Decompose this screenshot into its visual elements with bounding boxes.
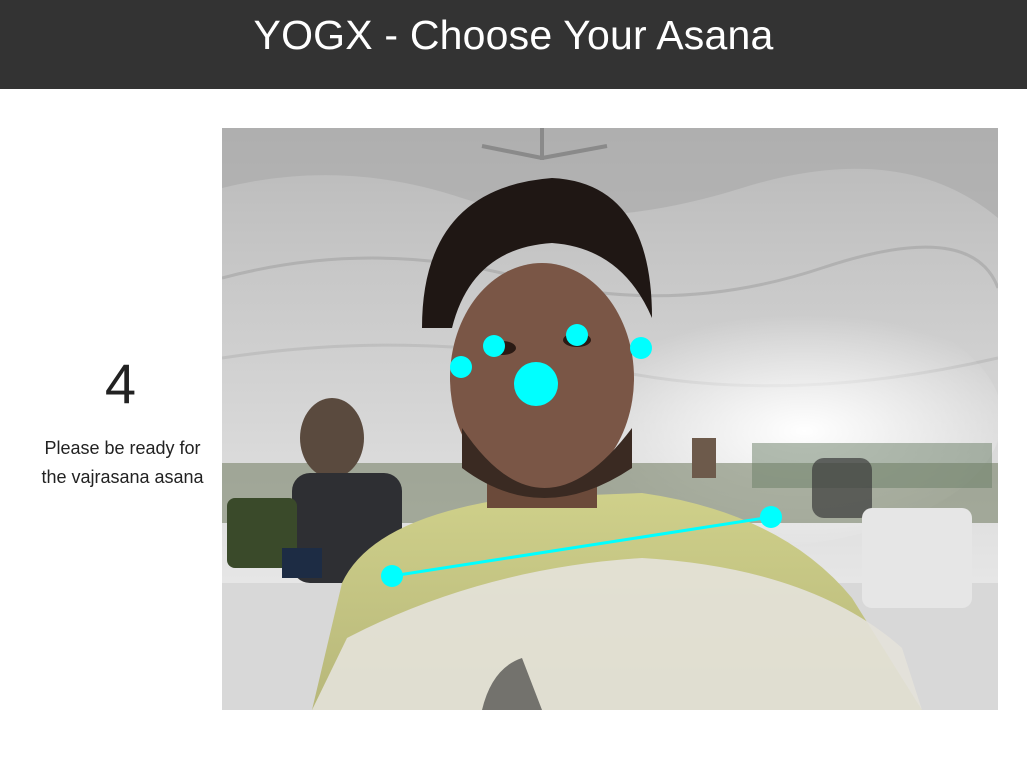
keypoint-left-eye xyxy=(566,324,588,346)
keypoint-left-ear xyxy=(630,337,652,359)
countdown-message: Please be ready for the vajrasana asana xyxy=(41,438,204,487)
app-header: YOGX - Choose Your Asana xyxy=(0,0,1027,89)
webcam-feed xyxy=(222,128,998,710)
keypoint-nose xyxy=(514,362,558,406)
webcam-canvas xyxy=(222,128,998,710)
countdown-panel: 4 Please be ready for the vajrasana asana xyxy=(20,350,225,492)
keypoint-right-eye xyxy=(483,335,505,357)
keypoint-right-ear xyxy=(450,356,472,378)
chair xyxy=(862,508,972,608)
keypoint-right-shoulder xyxy=(381,565,403,587)
page-title: YOGX - Choose Your Asana xyxy=(253,12,774,58)
countdown-number: 4 xyxy=(104,352,137,415)
keypoint-left-shoulder xyxy=(760,506,782,528)
